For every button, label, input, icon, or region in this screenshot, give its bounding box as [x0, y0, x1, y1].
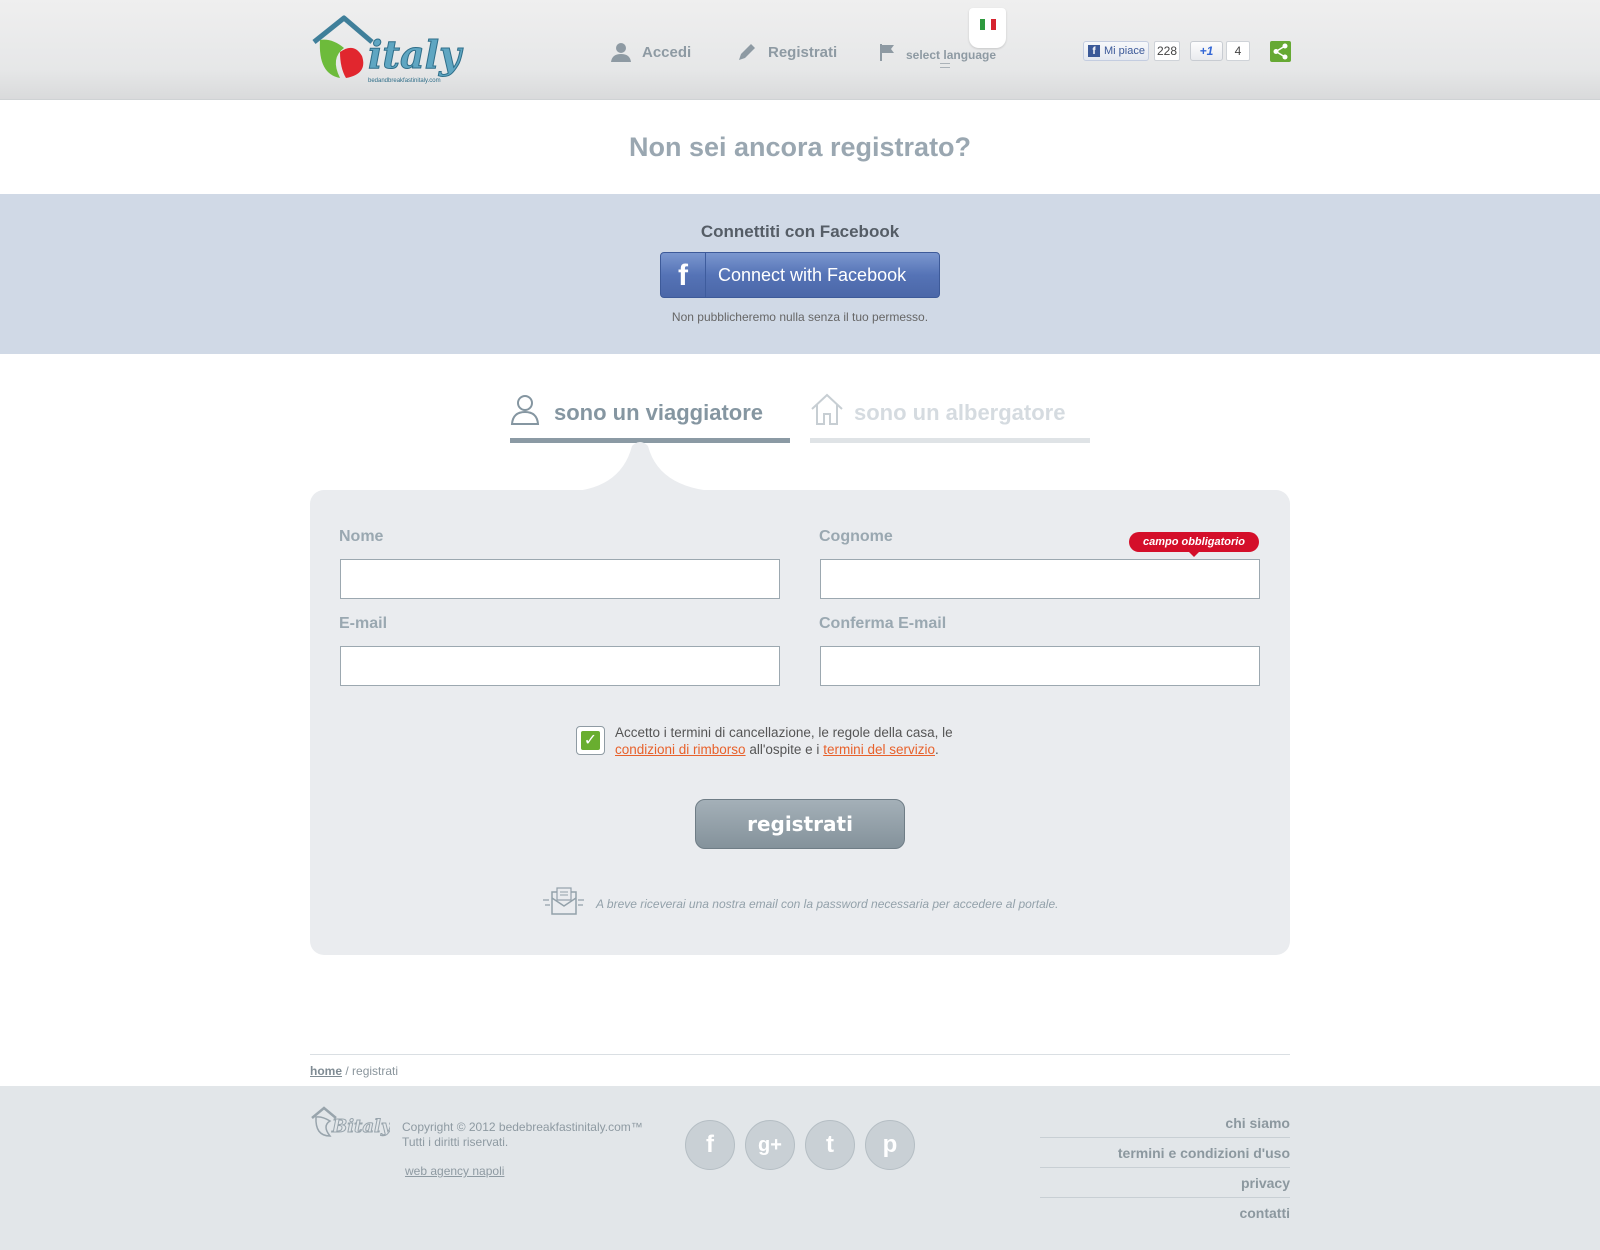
site-footer: Bitaly Copyright © 2012 bedebreakfastini… [0, 1086, 1600, 1250]
footer-logo-text: Bitaly [331, 1116, 390, 1137]
footer-link-about[interactable]: chi siamo [1040, 1108, 1290, 1138]
breadcrumb-separator: / [342, 1064, 353, 1078]
italy-flag-icon [980, 19, 996, 30]
page-title: Non sei ancora registrato? [628, 132, 972, 162]
copyright-line-2: Tutti i diritti riservati. [402, 1135, 509, 1149]
pinterest-icon[interactable]: p [865, 1120, 915, 1170]
house-icon [811, 393, 843, 425]
fb-like-button[interactable]: f Mi piace [1083, 41, 1149, 61]
google-plus-icon[interactable]: g+ [745, 1120, 795, 1170]
footer-logo[interactable]: Bitaly [310, 1104, 390, 1140]
terms-text-part-2: all'ospite e i [745, 742, 824, 757]
terms-of-service-link[interactable]: termini del servizio [823, 742, 935, 757]
confirm-email-field[interactable] [820, 646, 1260, 686]
facebook-connect-section: Connettiti con Facebook f Connect with F… [0, 194, 1600, 354]
fb-like-label: Mi piace [1104, 45, 1145, 57]
tab-traveler-label: sono un viaggiatore [554, 400, 764, 425]
pencil-icon [739, 44, 755, 60]
traveler-icon [510, 395, 540, 425]
logo-subtext: bedandbreakfastinitaly.com [368, 78, 441, 84]
share-button[interactable] [1270, 41, 1291, 62]
nav-login[interactable]: Accedi [610, 38, 691, 66]
email-field[interactable] [340, 646, 780, 686]
terms-checkbox[interactable]: ✓ [576, 726, 605, 755]
footer-link-terms[interactable]: termini e condizioni d'uso [1040, 1138, 1290, 1168]
web-agency-link[interactable]: web agency napoli [405, 1164, 504, 1178]
breadcrumb-home-link[interactable]: home [310, 1064, 342, 1078]
last-name-field[interactable] [820, 559, 1260, 599]
breadcrumb-divider [310, 1054, 1290, 1055]
tab-hotelier[interactable]: sono un albergatore [810, 390, 1090, 446]
email-label: E-mail [339, 615, 388, 632]
footer-link-contacts[interactable]: contatti [1040, 1198, 1290, 1228]
password-email-note: A breve riceverai una nostra email con l… [596, 897, 1059, 911]
facebook-connect-label: Connect with Facebook [718, 264, 907, 285]
copyright-line-1: Copyright © 2012 bedebreakfastinitaly.co… [402, 1120, 643, 1134]
nav-login-label: Accedi [642, 43, 692, 61]
required-field-badge: campo obbligatorio [1129, 532, 1259, 557]
footer-link-privacy[interactable]: privacy [1040, 1168, 1290, 1198]
confirm-email-label: Conferma E-mail [819, 615, 947, 632]
current-language-tab[interactable] [969, 8, 1006, 48]
facebook-icon[interactable]: f [685, 1120, 735, 1170]
last-name-label: Cognome [819, 528, 893, 545]
google-plus-one-button[interactable]: +1 [1190, 41, 1223, 61]
flag-icon [880, 44, 894, 61]
facebook-connect-button[interactable]: f Connect with Facebook [660, 252, 940, 298]
fb-like-count: 228 [1154, 41, 1180, 61]
terms-text-part-1: Accetto i termini di cancellazione, le r… [615, 725, 953, 740]
breadcrumb-current: registrati [352, 1064, 399, 1078]
facebook-mini-icon: f [1088, 45, 1100, 57]
facebook-privacy-note: Non pubblicheremo nulla senza il tuo per… [671, 310, 929, 324]
tab-traveler[interactable]: sono un viaggiatore [510, 390, 790, 446]
site-header: italy bedandbreakfastinitaly.com Accedi … [0, 0, 1600, 100]
nav-register[interactable]: Registrati [736, 38, 837, 66]
language-label: select language [906, 48, 997, 62]
copyright: Copyright © 2012 bedebreakfastinitaly.co… [402, 1120, 643, 1150]
site-logo[interactable]: italy bedandbreakfastinitaly.com [310, 12, 482, 88]
register-submit-button[interactable]: registrati [695, 799, 905, 849]
footer-links: chi siamo termini e condizioni d'uso pri… [1040, 1108, 1290, 1228]
terms-text-part-3: . [934, 742, 939, 757]
first-name-label: Nome [339, 528, 384, 545]
refund-conditions-link[interactable]: condizioni di rimborso [615, 742, 746, 757]
envelope-icon [543, 887, 584, 915]
terms-text: Accetto i termini di cancellazione, le r… [615, 724, 995, 758]
breadcrumb: home / registrati [310, 1064, 398, 1078]
svg-text:italy: italy [368, 32, 464, 77]
twitter-icon[interactable]: t [805, 1120, 855, 1170]
tab-hotelier-label: sono un albergatore [854, 400, 1066, 425]
nav-register-label: Registrati [768, 43, 838, 61]
gplus-count: 4 [1226, 41, 1250, 61]
chevron-down-icon[interactable] [940, 63, 950, 68]
checkmark-icon: ✓ [581, 731, 600, 750]
facebook-heading: Connettiti con Facebook [700, 222, 900, 241]
first-name-field[interactable] [340, 559, 780, 599]
facebook-icon: f [661, 253, 706, 297]
tab-hotelier-indicator [810, 438, 1090, 443]
panel-pointer [560, 442, 730, 492]
share-icon [1273, 43, 1288, 60]
user-icon [611, 43, 631, 62]
